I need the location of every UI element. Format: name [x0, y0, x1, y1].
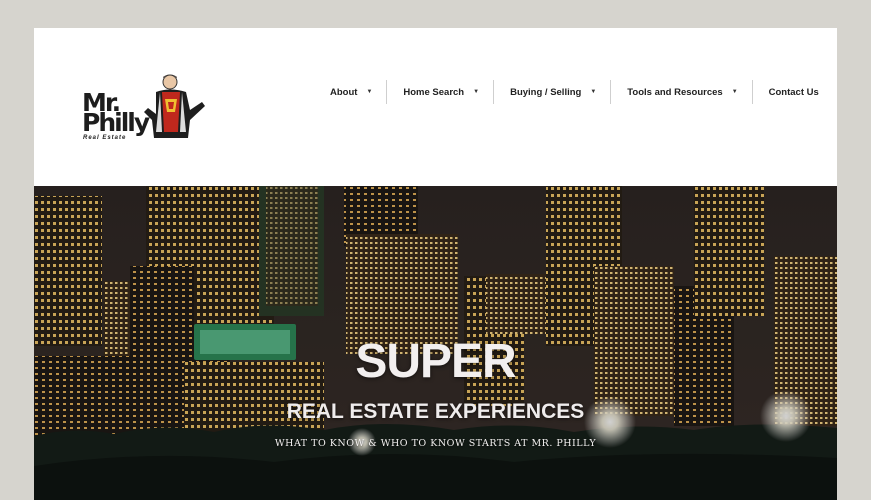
caret-down-icon: ▼ — [473, 89, 480, 95]
nav-item-contact[interactable]: Contact Us — [751, 80, 833, 104]
site-logo[interactable]: Mr. Philly Real Estate — [80, 72, 210, 144]
main-nav: About ▼ Home Search ▼ Buying / Selling ▼… — [314, 80, 833, 106]
hero-banner: SUPER REAL ESTATE EXPERIENCES WHAT TO KN… — [34, 186, 837, 500]
logo-text-philly: Philly — [82, 108, 150, 137]
nav-label: Home Search — [403, 86, 465, 98]
nav-item-tools-resources[interactable]: Tools and Resources ▼ — [610, 80, 751, 104]
caret-down-icon: ▼ — [590, 89, 597, 95]
logo-tagline: Real Estate — [83, 135, 127, 141]
hero-tagline: WHAT TO KNOW & WHO TO KNOW STARTS AT MR.… — [274, 438, 597, 449]
caret-down-icon: ▼ — [731, 89, 738, 95]
nav-label: Tools and Resources — [627, 86, 723, 98]
nav-item-about[interactable]: About ▼ — [314, 80, 386, 104]
nav-label: Contact Us — [768, 86, 819, 98]
caret-down-icon: ▼ — [366, 89, 373, 95]
nav-item-home-search[interactable]: Home Search ▼ — [386, 80, 493, 104]
hero-title: SUPER — [355, 335, 516, 388]
nav-label: About — [330, 86, 358, 98]
site-frame: Mr. Philly Real Estate About ▼ Home Sear… — [34, 28, 837, 500]
nav-item-buying-selling[interactable]: Buying / Selling ▼ — [493, 80, 610, 104]
nav-label: Buying / Selling — [510, 86, 582, 98]
superhero-figure-icon — [144, 74, 205, 138]
hero-subtitle: REAL ESTATE EXPERIENCES — [286, 400, 585, 423]
site-header: Mr. Philly Real Estate About ▼ Home Sear… — [34, 28, 837, 186]
